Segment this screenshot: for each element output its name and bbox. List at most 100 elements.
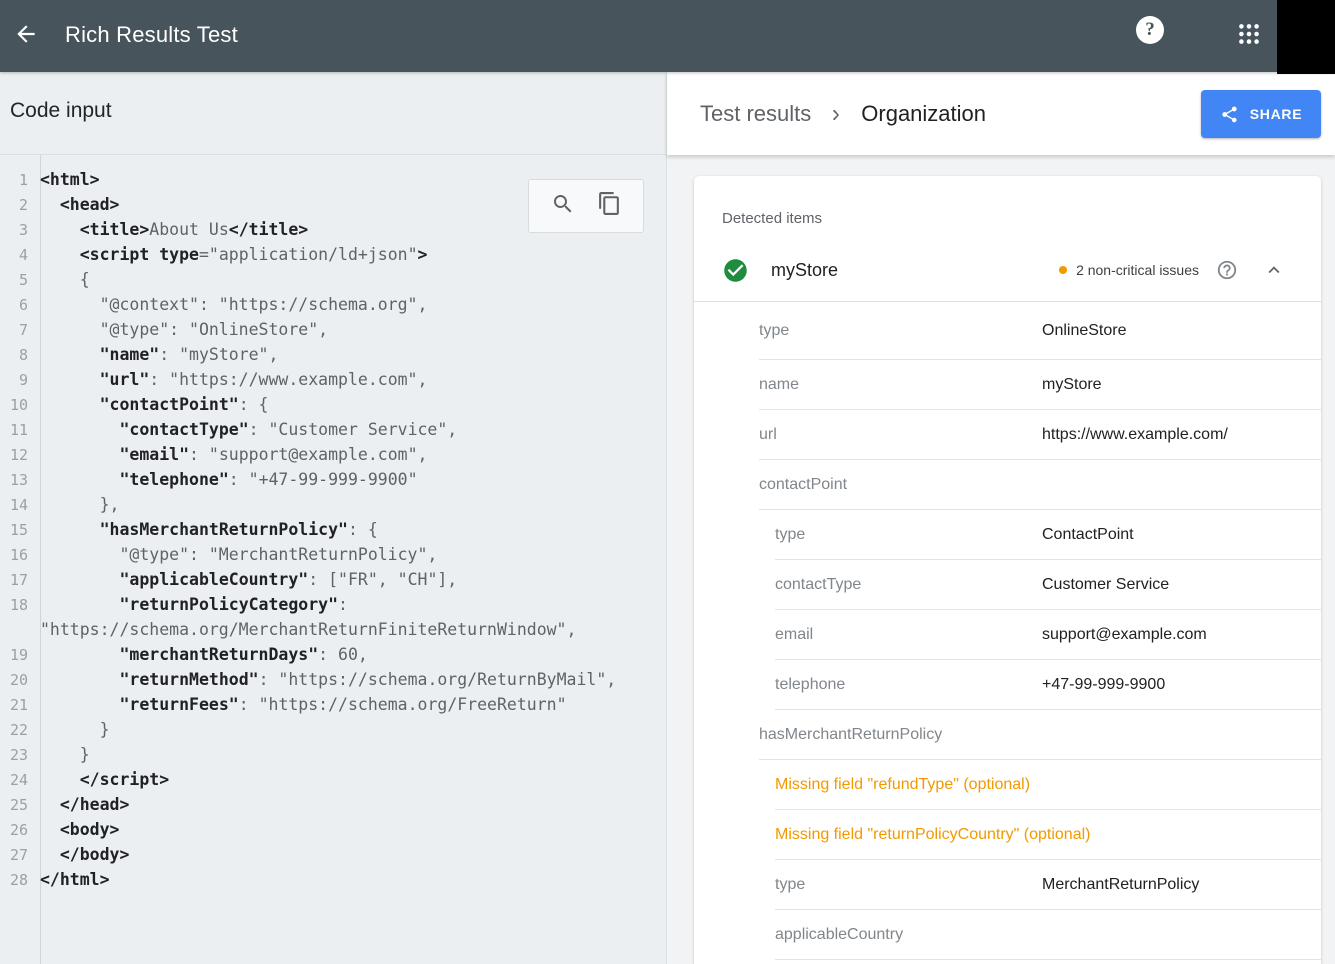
line-number: 2 [0, 196, 34, 214]
table-row: contactPoint [694, 460, 1321, 510]
row-key: url [759, 426, 1042, 444]
code-text: "telephone": "+47-99-999-9900" [34, 467, 418, 492]
line-number: 13 [0, 471, 34, 489]
line-number: 15 [0, 521, 34, 539]
code-line: 12 "email": "support@example.com", [0, 442, 666, 467]
table-row: namemyStore [694, 360, 1321, 410]
code-text: <head> [34, 192, 119, 217]
code-text: "returnPolicyCategory": [34, 592, 348, 617]
row-value: MerchantReturnPolicy [1042, 876, 1199, 894]
code-line: 9 "url": "https://www.example.com", [0, 367, 666, 392]
table-row: typeMerchantReturnPolicy [694, 860, 1321, 910]
apps-grid-icon [1236, 21, 1262, 52]
code-text: { [34, 267, 90, 292]
code-line: 16 "@type": "MerchantReturnPolicy", [0, 542, 666, 567]
code-text: "merchantReturnDays": 60, [34, 642, 368, 667]
code-text: <body> [34, 817, 119, 842]
line-number: 11 [0, 421, 34, 439]
code-line: 22 } [0, 717, 666, 742]
code-line: 25 </head> [0, 792, 666, 817]
app-title: Rich Results Test [65, 22, 238, 48]
code-line: 21 "returnFees": "https://schema.org/Fre… [0, 692, 666, 717]
warning-row[interactable]: Missing field "returnPolicyCountry" (opt… [694, 810, 1321, 860]
row-key: telephone [775, 676, 1042, 694]
line-number: 4 [0, 246, 34, 264]
row-key: type [775, 526, 1042, 544]
code-line: 10 "contactPoint": { [0, 392, 666, 417]
line-number: 3 [0, 221, 34, 239]
table-row: applicableCountry [694, 910, 1321, 960]
code-text: </script> [34, 767, 169, 792]
row-value: myStore [1042, 376, 1102, 394]
warning-row[interactable]: Missing field "refundType" (optional) [694, 760, 1321, 810]
code-text: </head> [34, 792, 129, 817]
code-line: 18 "returnPolicyCategory": [0, 592, 666, 617]
issues-count: 2 non-critical issues [1076, 262, 1199, 278]
google-apps-button[interactable] [1235, 22, 1263, 50]
table-row: contactTypeCustomer Service [694, 560, 1321, 610]
code-line: 8 "name": "myStore", [0, 342, 666, 367]
row-key: contactType [775, 576, 1042, 594]
collapse-icon[interactable] [1263, 259, 1285, 281]
line-number: 6 [0, 296, 34, 314]
table-row: typeContactPoint [694, 510, 1321, 560]
missing-field-warning: Missing field "returnPolicyCountry" (opt… [775, 826, 1090, 844]
code-input-title: Code input [10, 99, 112, 123]
detected-items-card: Detected items myStore 2 non-critical is… [694, 176, 1321, 964]
copy-button[interactable] [597, 194, 621, 218]
share-button[interactable]: SHARE [1201, 90, 1321, 138]
line-number: 17 [0, 571, 34, 589]
results-body: Detected items myStore 2 non-critical is… [667, 155, 1335, 964]
test-results-panel: Test results Organization SHARE Detected… [667, 72, 1335, 964]
detected-item-header[interactable]: myStore 2 non-critical issues [722, 244, 1285, 296]
code-line: 24 </script> [0, 767, 666, 792]
code-text: "hasMerchantReturnPolicy": { [34, 517, 378, 542]
redacted-account-area [1277, 0, 1335, 74]
help-outline-icon[interactable] [1216, 259, 1238, 281]
row-key: email [775, 626, 1042, 644]
share-button-label: SHARE [1250, 106, 1303, 122]
code-line: 17 "applicableCountry": ["FR", "CH"], [0, 567, 666, 592]
editor-toolbar [528, 179, 644, 233]
line-number: 20 [0, 671, 34, 689]
code-text: "https://schema.org/MerchantReturnFinite… [34, 617, 576, 642]
breadcrumb: Test results Organization [700, 72, 986, 155]
line-number: 27 [0, 846, 34, 864]
table-row: hasMerchantReturnPolicy [694, 710, 1321, 760]
code-line: 26 <body> [0, 817, 666, 842]
row-key: name [759, 376, 1042, 394]
code-editor[interactable]: 1<html>2 <head>3 <title>About Us</title>… [0, 155, 666, 964]
row-key: hasMerchantReturnPolicy [759, 726, 1042, 744]
line-number: 12 [0, 446, 34, 464]
row-value: +47-99-999-9900 [1042, 676, 1165, 694]
back-arrow-icon [13, 21, 39, 52]
code-line: 28</html> [0, 867, 666, 892]
code-line: 5 { [0, 267, 666, 292]
back-button[interactable] [12, 22, 40, 50]
line-number: 19 [0, 646, 34, 664]
line-number: 8 [0, 346, 34, 364]
help-icon: ? [1145, 19, 1155, 41]
code-line: 6 "@context": "https://schema.org", [0, 292, 666, 317]
code-lines: 1<html>2 <head>3 <title>About Us</title>… [0, 167, 666, 892]
app-header: Rich Results Test ? [0, 0, 1335, 72]
check-circle-icon [722, 257, 749, 284]
line-number: 21 [0, 696, 34, 714]
code-line: 19 "merchantReturnDays": 60, [0, 642, 666, 667]
line-number: 7 [0, 321, 34, 339]
results-header: Test results Organization SHARE [667, 72, 1335, 155]
code-text: "applicableCountry": ["FR", "CH"], [34, 567, 457, 592]
table-row: typeOnlineStore [694, 301, 1321, 360]
line-number: 25 [0, 796, 34, 814]
line-number: 9 [0, 371, 34, 389]
line-number: 18 [0, 596, 34, 614]
line-number: 23 [0, 746, 34, 764]
code-line: 20 "returnMethod": "https://schema.org/R… [0, 667, 666, 692]
help-button[interactable]: ? [1136, 16, 1164, 44]
breadcrumb-test-results[interactable]: Test results [700, 101, 811, 127]
search-button[interactable] [551, 194, 575, 218]
code-text: "email": "support@example.com", [34, 442, 427, 467]
code-text: </html> [34, 867, 110, 892]
rich-results-test-app: Rich Results Test ? Code input 1<h [0, 0, 1335, 964]
code-text: <title>About Us</title> [34, 217, 308, 242]
